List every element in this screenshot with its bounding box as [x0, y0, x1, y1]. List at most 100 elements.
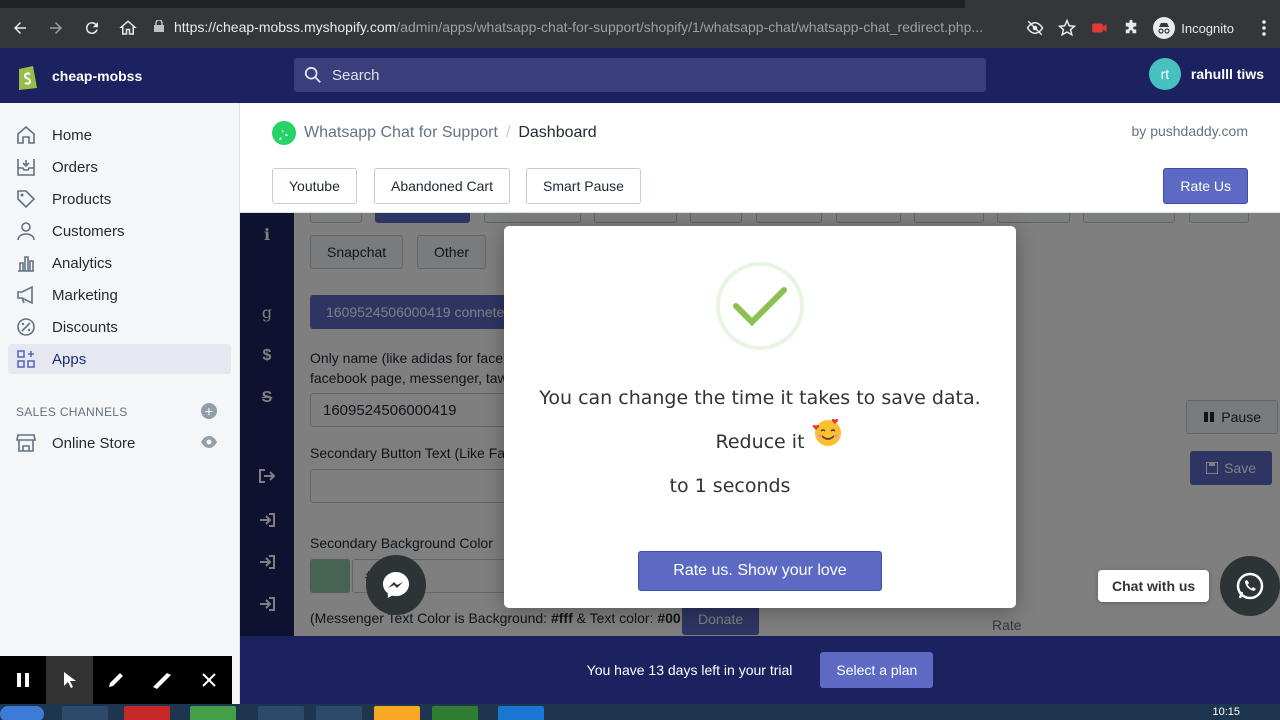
start-button-icon[interactable]: [0, 706, 44, 720]
recorder-toolbar: [0, 656, 232, 704]
incognito-icon: [1153, 17, 1176, 39]
eye-icon[interactable]: [201, 435, 217, 452]
messenger-chat-icon[interactable]: [366, 555, 426, 615]
os-taskbar: 10:15: [0, 704, 1280, 720]
search-placeholder: Search: [332, 66, 380, 84]
pen-icon[interactable]: [93, 656, 139, 704]
whatsapp-icon: [272, 121, 296, 145]
modal-message-line1: You can change the time it takes to save…: [539, 387, 981, 453]
smiling-face-with-hearts-icon: [812, 418, 841, 446]
lock-icon: [154, 19, 164, 35]
user-name: rahulll tiws: [1190, 66, 1264, 82]
avatar: rt: [1148, 58, 1181, 90]
sidebar-item-label: Orders: [52, 158, 98, 176]
trial-banner: You have 13 days left in your trial Sele…: [240, 636, 1280, 704]
rate-us-love-button[interactable]: Rate us. Show your love: [638, 551, 882, 591]
highlighter-icon[interactable]: [139, 656, 185, 704]
whatsapp-float-icon[interactable]: [1220, 556, 1280, 616]
url-host: https://cheap-mobss.myshopify.com: [174, 19, 397, 35]
modal-message-line2: to 1 seconds: [669, 475, 791, 497]
megaphone-icon: [16, 285, 36, 305]
taskbar-app-icon[interactable]: [498, 706, 544, 720]
pause-recording-icon[interactable]: [0, 656, 46, 704]
chat-with-us-label[interactable]: Chat with us: [1098, 570, 1210, 602]
forward-icon[interactable]: [40, 12, 72, 44]
system-clock[interactable]: 10:15: [1212, 706, 1240, 718]
browser-tab[interactable]: [965, 0, 1280, 8]
kebab-menu-icon[interactable]: [1248, 20, 1280, 36]
sidebar-item-label: Marketing: [52, 286, 118, 304]
back-icon[interactable]: [4, 12, 36, 44]
youtube-button[interactable]: Youtube: [272, 168, 357, 204]
sidebar-item-orders[interactable]: Orders: [8, 152, 231, 182]
browser-tab-strip: [0, 0, 1280, 8]
developer-credit[interactable]: by pushdaddy.com: [1132, 123, 1248, 139]
browser-toolbar: https://cheap-mobss.myshopify.com /admin…: [0, 8, 1280, 48]
sidebar-item-home[interactable]: Home: [8, 120, 231, 150]
trial-text: You have 13 days left in your trial: [586, 662, 793, 678]
abandoned-cart-button[interactable]: Abandoned Cart: [374, 168, 510, 204]
taskbar-app-icon[interactable]: [258, 706, 304, 720]
incognito-indicator[interactable]: Incognito: [1153, 17, 1234, 39]
modal-message: You can change the time it takes to save…: [520, 376, 1000, 508]
eye-off-icon[interactable]: [1019, 19, 1051, 37]
app-name-link[interactable]: Whatsapp Chat for Support: [304, 124, 498, 142]
breadcrumb-separator: /: [505, 124, 511, 141]
user-menu[interactable]: rt rahulll tiws: [1148, 58, 1264, 90]
url-path: /admin/apps/whatsapp-chat-for-support/sh…: [396, 19, 984, 35]
apps-icon: [16, 349, 36, 369]
store-icon: [16, 433, 36, 453]
sidebar-item-analytics[interactable]: Analytics: [8, 248, 231, 278]
reload-icon[interactable]: [76, 12, 108, 44]
sidebar-item-products[interactable]: Products: [8, 184, 231, 214]
tag-icon: [16, 189, 36, 209]
bar-chart-icon: [16, 253, 36, 273]
sales-channels-heading: SALES CHANNELS: [16, 405, 128, 419]
page-title: Dashboard: [518, 124, 597, 141]
person-icon: [16, 221, 36, 241]
sidebar-item-marketing[interactable]: Marketing: [8, 280, 231, 310]
app-header: Whatsapp Chat for Support / Dashboard by…: [240, 103, 1280, 213]
sidebar-item-customers[interactable]: Customers: [8, 216, 231, 246]
sidebar-item-apps[interactable]: Apps: [8, 344, 231, 374]
cursor-icon[interactable]: [46, 656, 93, 704]
close-icon[interactable]: [186, 656, 232, 704]
discount-icon: [16, 317, 36, 337]
sidebar-item-label: Online Store: [52, 434, 136, 452]
store-name[interactable]: cheap-mobss: [52, 68, 142, 84]
sidebar-item-discounts[interactable]: Discounts: [8, 312, 231, 342]
rating-modal: You can change the time it takes to save…: [504, 226, 1016, 608]
smart-pause-button[interactable]: Smart Pause: [526, 168, 641, 204]
sidebar-item-label: Apps: [52, 350, 87, 368]
excel-taskbar-icon[interactable]: [432, 706, 478, 720]
puzzle-icon[interactable]: [1115, 19, 1147, 37]
extension-record-icon[interactable]: [1083, 19, 1115, 37]
rate-us-button[interactable]: Rate Us: [1163, 168, 1248, 204]
shopify-logo-icon[interactable]: [16, 62, 40, 90]
file-explorer-taskbar-icon[interactable]: [374, 706, 420, 720]
browser-actions: Incognito: [1019, 8, 1280, 48]
taskbar-app-icon[interactable]: [190, 706, 236, 720]
admin-topbar: cheap-mobss Search rt rahulll tiws: [0, 48, 1280, 103]
home-icon: [16, 125, 36, 145]
sidebar-item-label: Customers: [52, 222, 125, 240]
address-bar[interactable]: https://cheap-mobss.myshopify.com /admin…: [140, 12, 1050, 42]
success-check-icon: [716, 262, 804, 350]
sidebar-item-label: Discounts: [52, 318, 118, 336]
sidebar-item-label: Products: [52, 190, 112, 208]
search-input[interactable]: Search: [294, 58, 986, 92]
add-sales-channel-icon[interactable]: +: [201, 403, 217, 419]
sidebar-item-label: Home: [52, 126, 93, 144]
incognito-label: Incognito: [1181, 20, 1234, 36]
select-plan-button[interactable]: Select a plan: [820, 652, 934, 688]
search-icon: [304, 66, 321, 83]
orders-icon: [16, 157, 36, 177]
sidebar-item-online-store[interactable]: Online Store: [8, 428, 231, 458]
breadcrumb: Whatsapp Chat for Support / Dashboard: [272, 121, 597, 145]
sidebar-item-label: Analytics: [52, 254, 113, 272]
star-icon[interactable]: [1051, 19, 1083, 37]
taskbar-app-icon[interactable]: [316, 706, 362, 720]
chrome-taskbar-icon[interactable]: [124, 706, 170, 720]
taskbar-app-icon[interactable]: [62, 706, 108, 720]
sidebar: Home Orders Products Customers Analytics…: [0, 103, 240, 720]
